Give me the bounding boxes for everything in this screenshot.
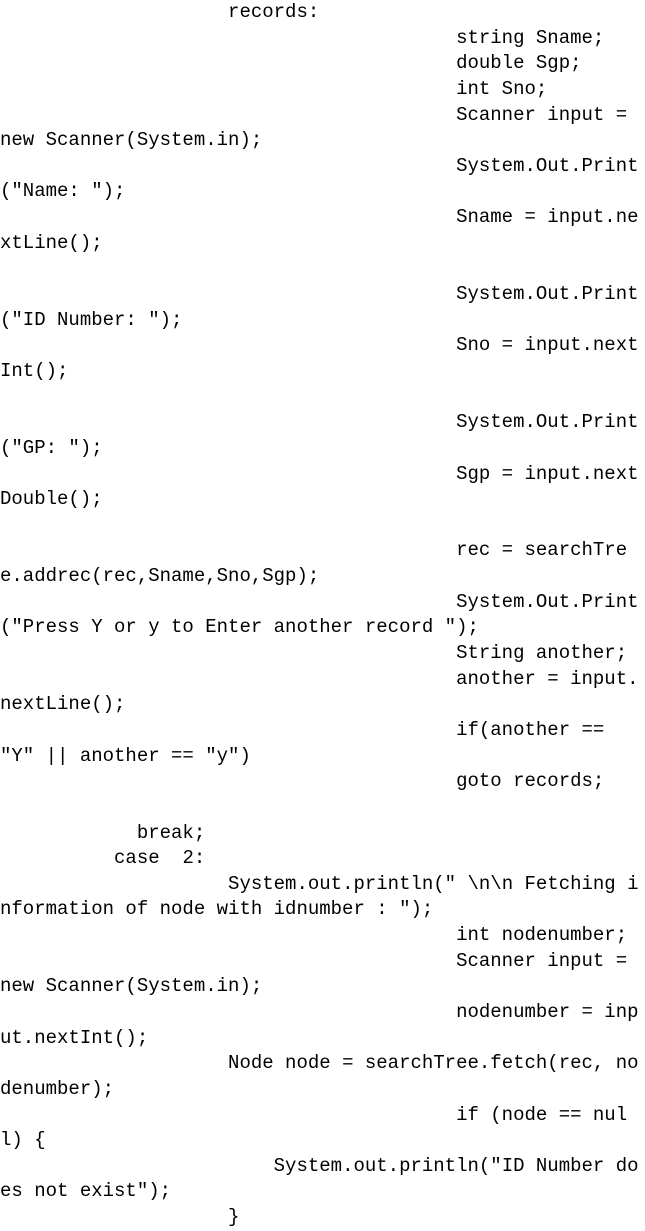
code-block: records: string Sname; double Sgp; int S… — [0, 0, 645, 1231]
